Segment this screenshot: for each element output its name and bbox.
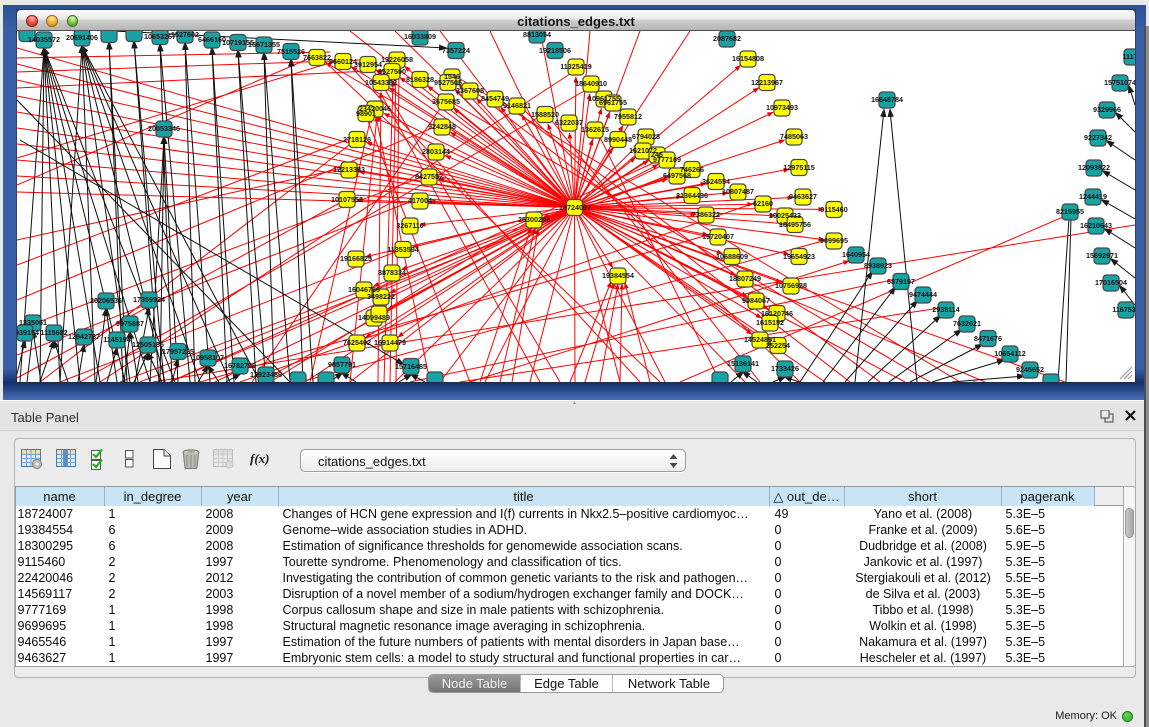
svg-text:f(x): f(x) (250, 451, 270, 466)
